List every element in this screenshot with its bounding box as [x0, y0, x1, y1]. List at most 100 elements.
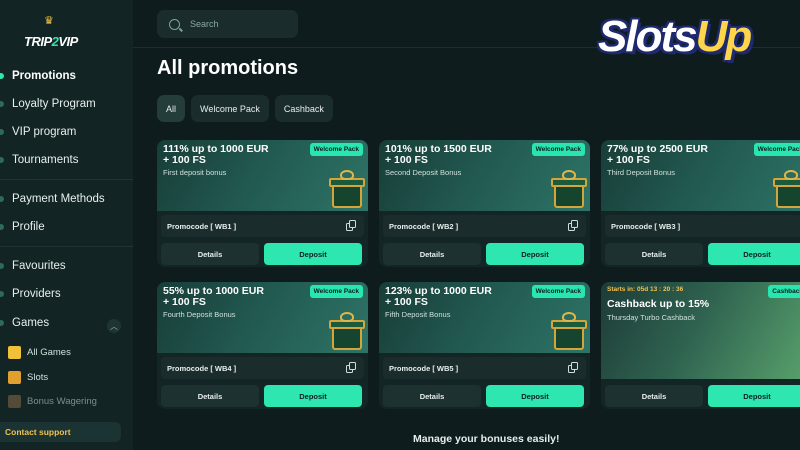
promocode-field: Promocode [ WB5 ] [383, 357, 586, 379]
deposit-button[interactable]: Deposit [264, 385, 362, 407]
promotion-badge: Welcome Pack [309, 285, 363, 298]
promotion-subtitle: Fourth Deposit Bonus [163, 310, 236, 319]
filter-tab-cashback[interactable]: Cashback [274, 95, 333, 122]
sidebar-item-label: Promotions [12, 70, 76, 82]
promotion-title: 77% up to 2500 EUR + 100 FS [607, 143, 708, 166]
user-icon [0, 224, 4, 230]
promotion-badge: Welcome Pack [531, 285, 585, 298]
gift-box-icon [329, 170, 365, 210]
promotion-subtitle: Third Deposit Bonus [607, 168, 675, 177]
promotion-subtitle: Fifth Deposit Bonus [385, 310, 451, 319]
gift-box-icon [551, 312, 587, 352]
details-button[interactable]: Details [383, 385, 481, 407]
grid-icon [8, 345, 21, 359]
sidebar-subitem-all-games[interactable]: All Games [8, 342, 71, 362]
divider [0, 179, 133, 180]
promotions-icon [0, 73, 4, 79]
filter-tabs: All Welcome Pack Cashback [157, 95, 333, 122]
deposit-button[interactable]: Deposit [486, 243, 584, 265]
countdown-timer: Starts in: 05d 13 : 20 : 36 [607, 286, 684, 293]
sidebar-subitem-slots[interactable]: Slots [8, 367, 48, 387]
sidebar-item-payment-methods[interactable]: Payment Methods [0, 186, 133, 212]
promocode-field: Promocode [ WB2 ] [383, 215, 586, 237]
sidebar-item-label: Payment Methods [12, 193, 105, 205]
details-button[interactable]: Details [383, 243, 481, 265]
promotion-card: 77% up to 2500 EUR + 100 FS Third Deposit… [601, 140, 800, 267]
chevron-up-icon[interactable]: ︿ [107, 319, 121, 333]
sidebar-item-label: Profile [12, 221, 45, 233]
heart-icon [0, 263, 4, 269]
deposit-button[interactable]: Deposit [264, 243, 362, 265]
sidebar-item-label: Tournaments [12, 154, 79, 166]
details-button[interactable]: Details [161, 243, 259, 265]
details-button[interactable]: Details [605, 243, 703, 265]
bonus-icon [8, 394, 21, 408]
loyalty-icon [0, 101, 4, 107]
card-icon [0, 196, 4, 202]
promotion-badge: Welcome Pack [309, 143, 363, 156]
gift-box-icon [551, 170, 587, 210]
games-icon [0, 320, 4, 326]
gift-box-icon [773, 170, 800, 210]
gift-box-icon [329, 312, 365, 352]
page-title: All promotions [157, 57, 299, 79]
promotion-card: 123% up to 1000 EUR + 100 FS Fifth Deposi… [379, 282, 590, 409]
sidebar-item-label: Favourites [12, 260, 66, 272]
copy-icon[interactable] [568, 362, 578, 373]
copy-icon[interactable] [568, 220, 578, 231]
footer-tagline: Manage your bonuses easily! [413, 433, 560, 445]
deposit-button[interactable]: Deposit [708, 243, 800, 265]
promotion-subtitle: First deposit bonus [163, 168, 227, 177]
promocode-field: Promocode [ WB1 ] [161, 215, 364, 237]
sidebar-item-label: Games [12, 317, 50, 329]
promotion-card: Starts in: 05d 13 : 20 : 36 Cashback up … [601, 282, 800, 409]
sidebar-item-providers[interactable]: Providers [0, 281, 133, 307]
brand-logo[interactable]: ♛ TRIP2VIP [24, 14, 80, 52]
search-input[interactable]: Search [157, 10, 298, 38]
providers-icon [0, 291, 4, 297]
sidebar-item-label: VIP program [12, 126, 77, 138]
sidebar-subitem-label: All Games [27, 346, 71, 358]
sidebar-item-promotions[interactable]: Promotions [0, 63, 133, 89]
copy-icon[interactable] [346, 220, 356, 231]
sidebar-subitem-label: Bonus Wagering [27, 395, 97, 407]
search-placeholder: Search [190, 19, 219, 29]
promotion-title: 101% up to 1500 EUR + 100 FS [385, 143, 492, 166]
promotion-card: 55% up to 1000 EUR + 100 FS Fourth Deposi… [157, 282, 368, 409]
promotion-badge: Welcome Pack [753, 143, 800, 156]
crown-icon: ♛ [44, 15, 54, 27]
sidebar-item-vip[interactable]: VIP program [0, 119, 133, 145]
sidebar-item-loyalty[interactable]: Loyalty Program [0, 91, 133, 117]
promotion-card: 101% up to 1500 EUR + 100 FS Second Depos… [379, 140, 590, 267]
copy-icon[interactable] [346, 362, 356, 373]
promotion-title: 123% up to 1000 EUR + 100 FS [385, 285, 492, 308]
promotion-subtitle: Second Deposit Bonus [385, 168, 462, 177]
details-button[interactable]: Details [161, 385, 259, 407]
promotion-card: 111% up to 1000 EUR + 100 FS First deposi… [157, 140, 368, 267]
contact-support-button[interactable]: Contact support [0, 422, 121, 442]
sidebar-item-favourites[interactable]: Favourites [0, 253, 133, 279]
deposit-button[interactable]: Deposit [486, 385, 584, 407]
slot-machine-icon [8, 370, 21, 384]
filter-tab-welcome-pack[interactable]: Welcome Pack [191, 95, 269, 122]
promotion-subtitle: Thursday Turbo Cashback [607, 313, 695, 322]
deposit-button[interactable]: Deposit [708, 385, 800, 407]
sidebar-item-profile[interactable]: Profile [0, 214, 133, 240]
promotion-title: 55% up to 1000 EUR + 100 FS [163, 285, 264, 308]
slotsup-watermark: SlotsUp [598, 12, 752, 61]
filter-tab-all[interactable]: All [157, 95, 186, 122]
sidebar-subitem-label: Slots [27, 371, 49, 383]
promotion-badge: Cashback [768, 285, 800, 298]
promocode-field: Promocode [ WB4 ] [161, 357, 364, 379]
details-button[interactable]: Details [605, 385, 703, 407]
trophy-icon [0, 157, 4, 163]
promotion-title: 111% up to 1000 EUR + 100 FS [163, 143, 269, 166]
search-icon [169, 18, 180, 30]
sidebar-subitem-bonus-wagering[interactable]: Bonus Wagering [8, 391, 97, 411]
vip-icon [0, 129, 4, 135]
sidebar-item-label: Loyalty Program [12, 98, 96, 110]
promotion-badge: Welcome Pack [531, 143, 585, 156]
sidebar-item-tournaments[interactable]: Tournaments [0, 147, 133, 173]
promocode-field: Promocode [ WB3 ] [605, 215, 800, 237]
sidebar: ♛ TRIP2VIP Promotions Loyalty Program VI… [0, 0, 133, 450]
